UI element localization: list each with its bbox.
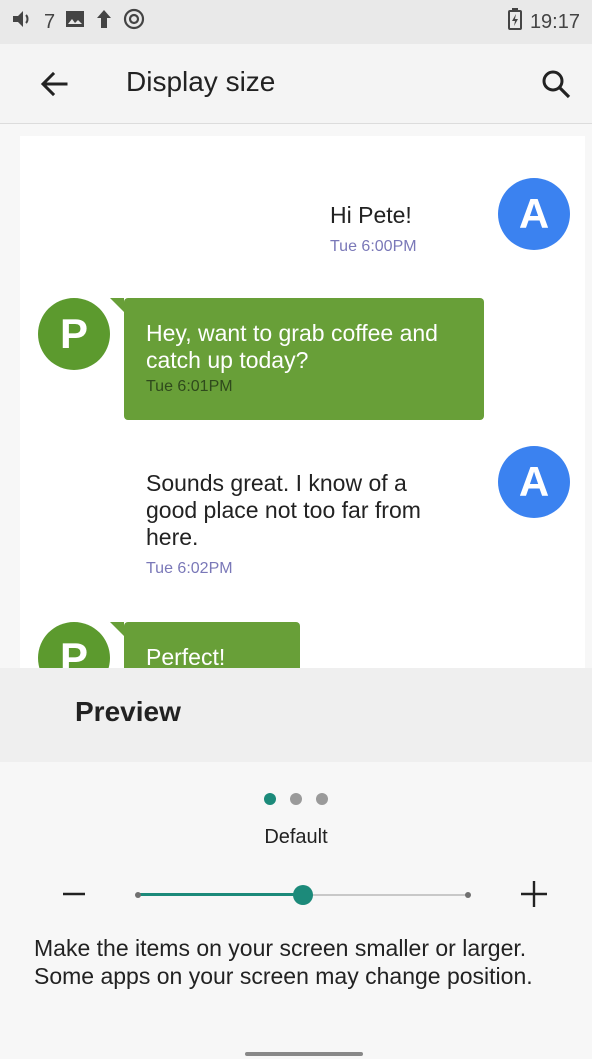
description-text: Make the items on your screen smaller or… [34, 935, 533, 989]
avatar: A [498, 446, 570, 518]
page-indicator [0, 793, 592, 805]
message-bubble: Hey, want to grab coffee and catch up to… [110, 298, 484, 420]
message-text: Hi Pete! [330, 202, 412, 228]
avatar: A [498, 178, 570, 250]
message-bubble: Perfect! [110, 622, 300, 668]
sync-icon [123, 8, 145, 36]
gesture-nav-handle[interactable] [245, 1052, 363, 1056]
message-text: Perfect! [146, 644, 226, 668]
page-dot [316, 793, 328, 805]
battery-charging-icon [507, 8, 522, 36]
message-incoming: Sounds great. I know of a good place not… [146, 470, 446, 582]
status-bar: 7 19:17 [0, 0, 592, 44]
page-title: Display size [126, 66, 276, 97]
preview-label-bar: Preview [0, 668, 592, 762]
slider-thumb[interactable] [293, 885, 313, 905]
slider-fill [138, 893, 303, 896]
display-size-slider[interactable] [135, 880, 471, 910]
preview-area: A Hi Pete! Tue 6:00PM P Hey, want to gra… [20, 136, 585, 668]
back-button[interactable] [36, 66, 72, 102]
image-icon [65, 10, 85, 34]
message-time: Tue 6:01PM [146, 378, 233, 395]
slider-tick [465, 892, 471, 898]
message-time: Tue 6:02PM [146, 560, 233, 577]
decrease-size-button[interactable] [52, 872, 96, 916]
message-incoming: Hi Pete! Tue 6:00PM [330, 202, 417, 260]
avatar: P [38, 622, 110, 668]
page-dot-active [264, 793, 276, 805]
volume-level: 7 [44, 10, 56, 33]
volume-icon [12, 10, 34, 34]
slider-tick [135, 892, 141, 898]
message-text: Sounds great. I know of a good place not… [146, 470, 421, 550]
app-bar: Display size [0, 44, 592, 124]
status-right: 19:17 [507, 8, 580, 36]
upload-arrow-icon [95, 9, 113, 35]
page-dot [290, 793, 302, 805]
size-label: Default [264, 826, 328, 848]
search-button[interactable] [538, 66, 574, 102]
plus-icon [521, 881, 547, 907]
avatar: P [38, 298, 110, 370]
preview-label: Preview [75, 696, 181, 727]
increase-size-button[interactable] [512, 872, 556, 916]
arrow-left-icon [40, 71, 68, 97]
message-time: Tue 6:00PM [330, 238, 417, 255]
message-text: Hey, want to grab coffee and catch up to… [146, 320, 438, 373]
status-left-icons: 7 [12, 8, 145, 36]
search-icon [542, 70, 571, 99]
minus-icon [63, 892, 85, 896]
clock: 19:17 [529, 10, 580, 33]
